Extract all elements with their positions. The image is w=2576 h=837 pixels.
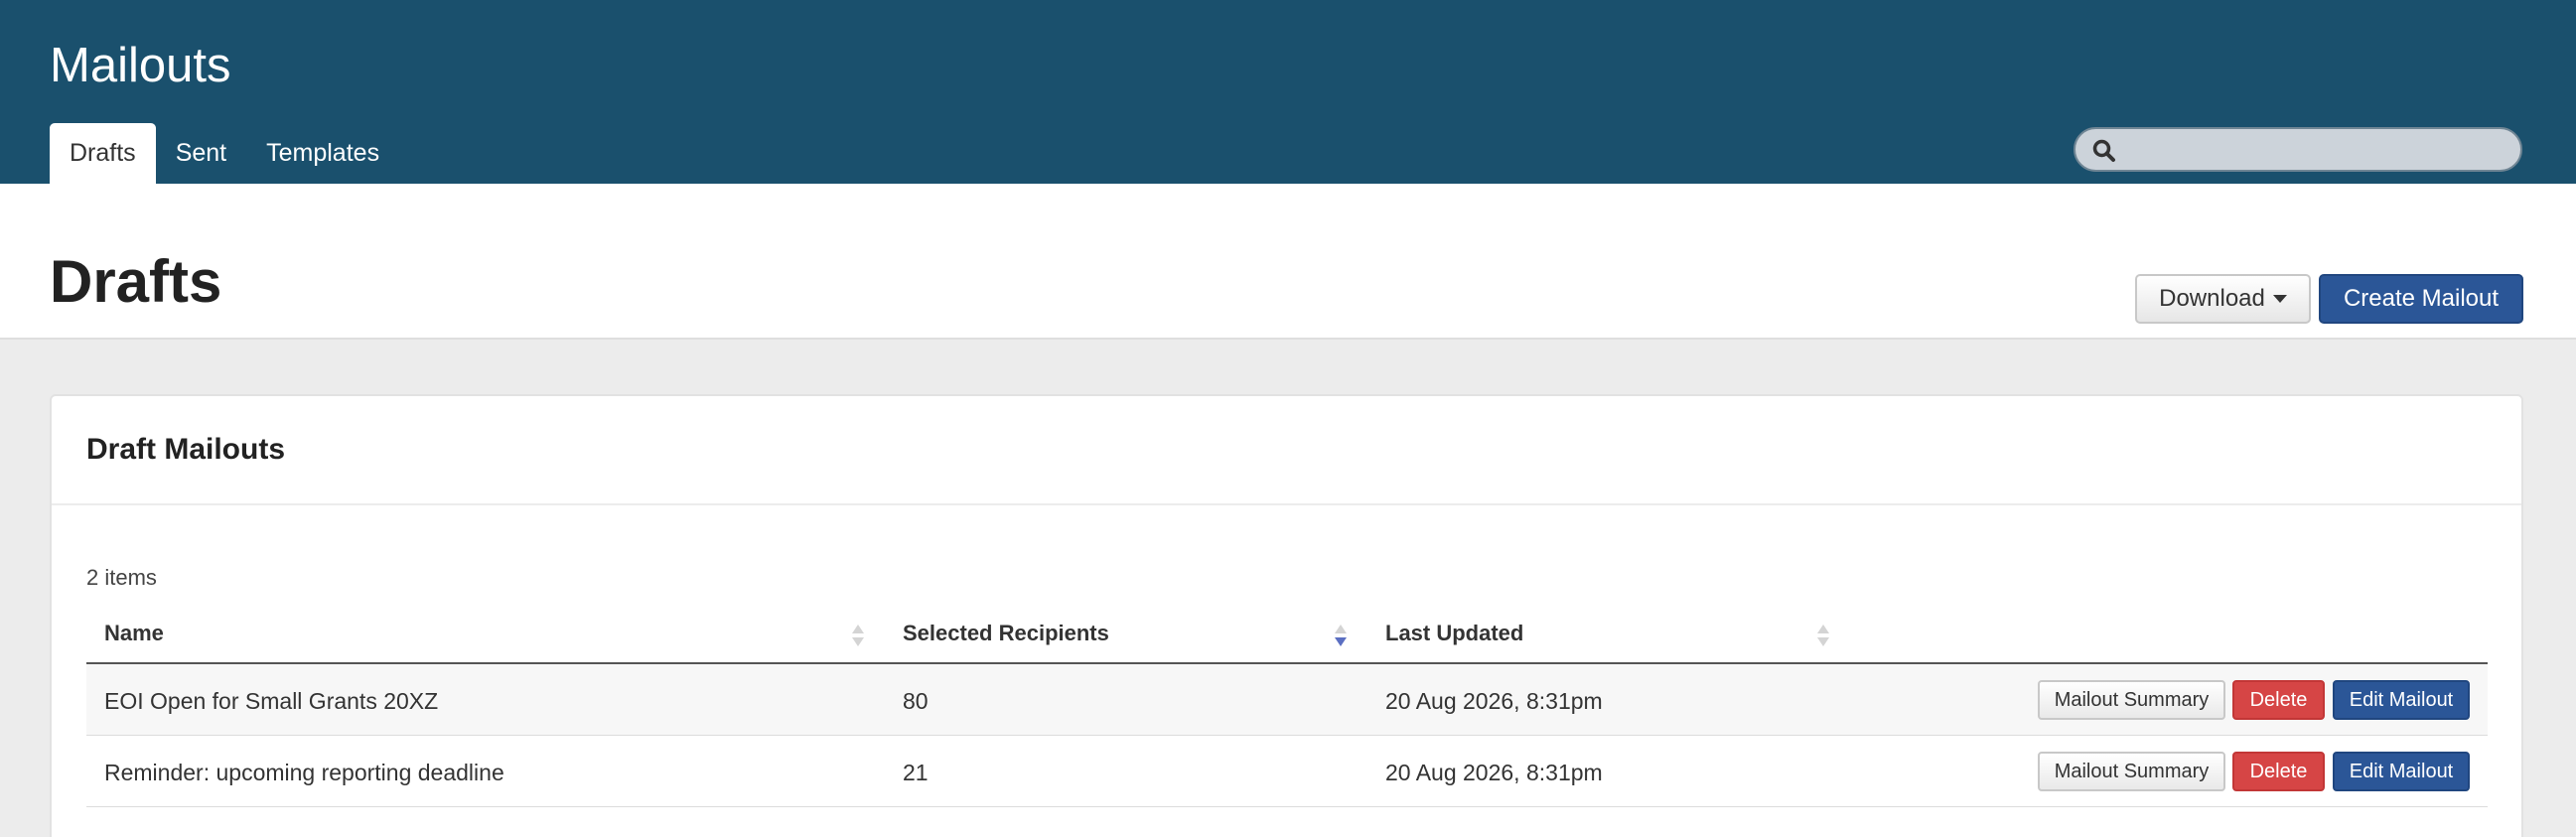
delete-button[interactable]: Delete <box>2232 752 2325 791</box>
table-row: EOI Open for Small Grants 20XZ 80 20 Aug… <box>86 664 2488 736</box>
table-header: Name Selected Recipients Last Updated <box>86 603 2488 664</box>
sort-icon[interactable] <box>851 623 865 648</box>
tab-sent[interactable]: Sent <box>156 123 246 184</box>
sort-desc-icon[interactable] <box>1334 623 1348 648</box>
app-title: Mailouts <box>50 39 231 92</box>
last-updated: 20 Aug 2026, 8:31pm <box>1385 688 1603 714</box>
create-mailout-button[interactable]: Create Mailout <box>2319 274 2523 324</box>
caret-down-icon <box>2272 295 2287 303</box>
last-updated: 20 Aug 2026, 8:31pm <box>1385 760 1603 785</box>
column-header-name[interactable]: Name <box>104 621 164 646</box>
page-titlebar: Drafts Download Create Mailout <box>0 184 2576 340</box>
recipients-count: 80 <box>903 688 929 714</box>
page-title: Drafts <box>50 248 222 315</box>
mailouts-table: Name Selected Recipients Last Updated EO… <box>86 603 2488 807</box>
column-header-last-updated[interactable]: Last Updated <box>1385 621 1523 646</box>
recipients-count: 21 <box>903 760 929 785</box>
search-icon[interactable] <box>2091 138 2117 164</box>
mailout-name: EOI Open for Small Grants 20XZ <box>104 688 439 714</box>
download-button[interactable]: Download <box>2135 274 2311 324</box>
table-row: Reminder: upcoming reporting deadline 21… <box>86 736 2488 807</box>
tab-templates[interactable]: Templates <box>246 123 399 184</box>
nav-tabs: Drafts Sent Templates <box>50 123 399 184</box>
mailout-summary-button[interactable]: Mailout Summary <box>2038 752 2225 791</box>
search-input[interactable] <box>2125 129 2512 170</box>
item-count: 2 items <box>86 565 157 590</box>
mailout-summary-button[interactable]: Mailout Summary <box>2038 680 2225 720</box>
app-header: Mailouts Drafts Sent Templates <box>0 0 2576 184</box>
edit-mailout-button[interactable]: Edit Mailout <box>2333 752 2470 791</box>
edit-mailout-button[interactable]: Edit Mailout <box>2333 680 2470 720</box>
download-button-label: Download <box>2159 285 2265 312</box>
mailout-name: Reminder: upcoming reporting deadline <box>104 760 504 785</box>
panel-title: Draft Mailouts <box>86 433 286 466</box>
sort-icon[interactable] <box>1816 623 1830 648</box>
panel-header: Draft Mailouts <box>52 396 2521 505</box>
search-box <box>2074 127 2522 172</box>
tab-drafts[interactable]: Drafts <box>50 123 156 184</box>
column-header-recipients[interactable]: Selected Recipients <box>903 621 1109 646</box>
draft-mailouts-panel: Draft Mailouts 2 items Name Selected Rec… <box>50 394 2523 837</box>
delete-button[interactable]: Delete <box>2232 680 2325 720</box>
